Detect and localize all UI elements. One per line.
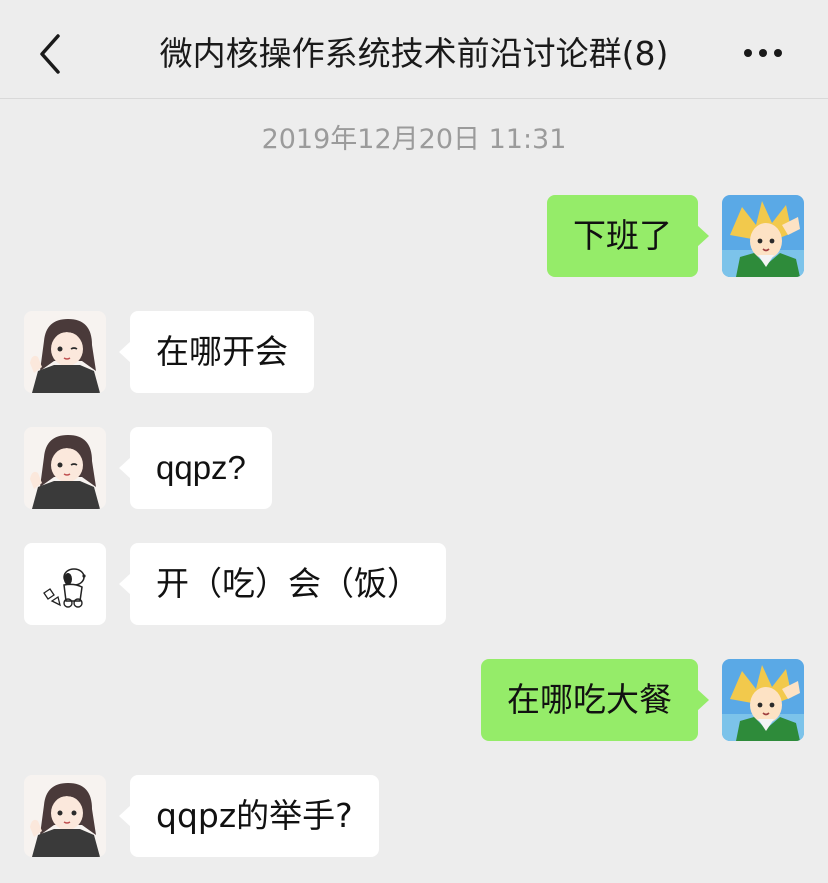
bubble-tail [119,805,131,827]
anime-girl-avatar[interactable] [24,775,106,857]
more-horizontal-icon [744,49,782,57]
message-bubble[interactable]: 在哪开会 [119,311,314,393]
message-text: 下班了 [573,216,672,255]
chat-title: 微内核操作系统技术前沿讨论群(8) [159,34,669,73]
more-button[interactable] [742,38,784,68]
message-text: 在哪吃大餐 [507,680,672,719]
message-text: qqpz的举手? [156,796,353,835]
message-text: qqpz? [156,449,246,486]
bubble-tail [697,225,709,247]
message-text: 在哪开会 [156,332,288,371]
message-bubble[interactable]: qqpz的举手? [119,775,379,857]
snoopy-avatar[interactable] [24,543,106,625]
anime-boy-avatar[interactable] [722,659,804,741]
bubble-tail [119,573,131,595]
anime-boy-avatar[interactable] [722,195,804,277]
message-bubble[interactable]: 开（吃）会（饭） [119,543,446,625]
chat-header: 微内核操作系统技术前沿讨论群(8) [0,0,828,99]
message-timestamp: 2019年12月20日 11:31 [261,124,567,155]
bubble-tail [119,341,131,363]
back-button[interactable] [32,30,72,78]
anime-girl-avatar[interactable] [24,311,106,393]
bubble-tail [119,457,131,479]
message-text: 开（吃）会（饭） [156,564,420,603]
message-bubble[interactable]: 下班了 [547,195,709,277]
message-bubble[interactable]: qqpz? [119,427,272,509]
bubble-tail [697,689,709,711]
message-bubble[interactable]: 在哪吃大餐 [481,659,709,741]
chevron-left-icon [40,34,60,74]
anime-girl-avatar[interactable] [24,427,106,509]
